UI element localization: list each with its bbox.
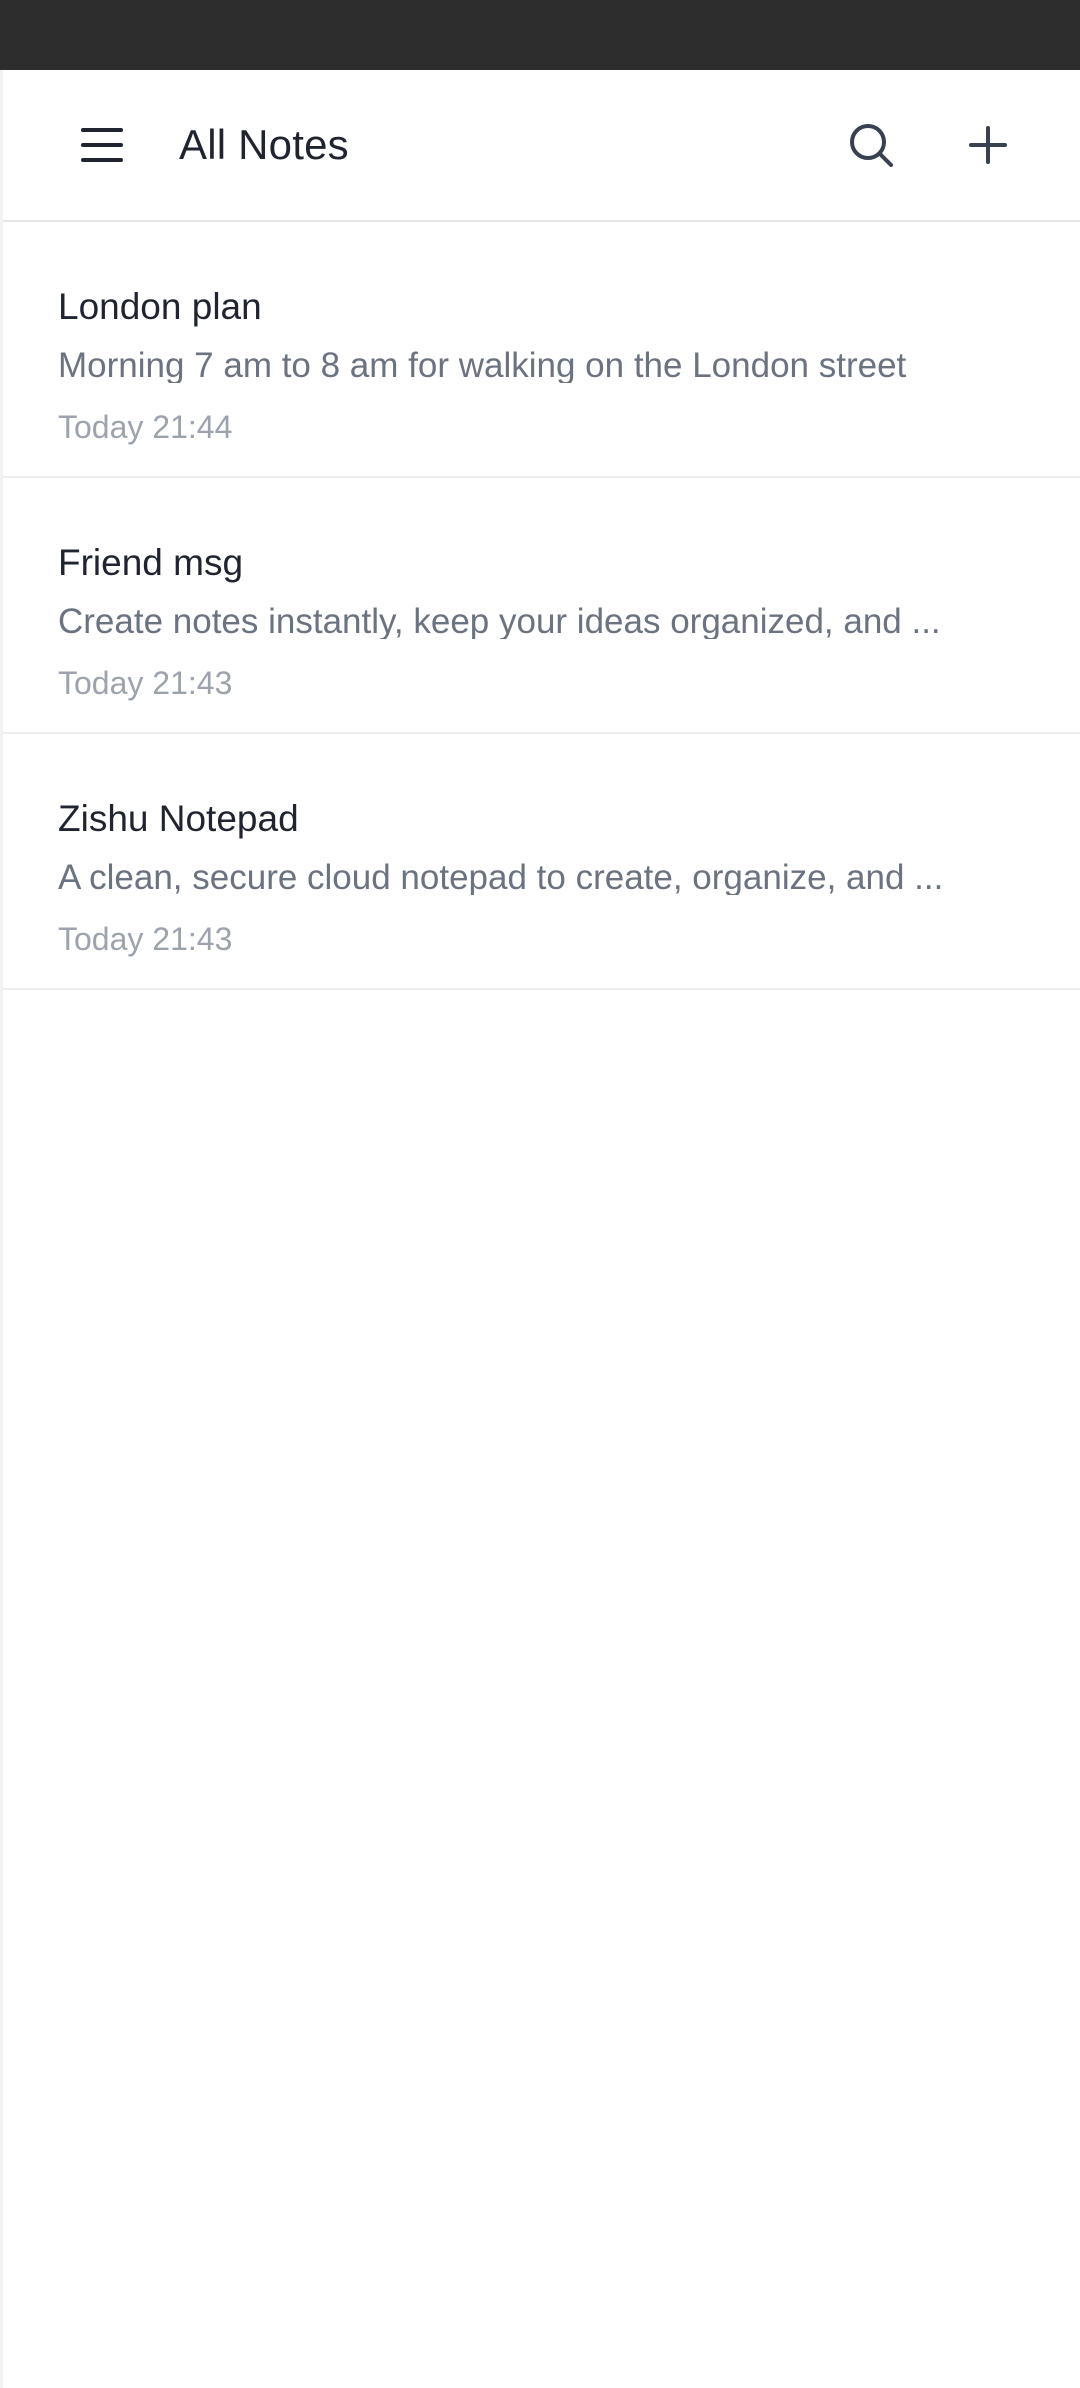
top-app-bar: All Notes — [3, 70, 1080, 222]
menu-button[interactable] — [77, 120, 127, 170]
note-timestamp: Today 21:43 — [58, 665, 233, 701]
note-title: Zishu Notepad — [58, 798, 299, 839]
note-timestamp: Today 21:44 — [58, 409, 233, 445]
hamburger-menu-icon — [81, 128, 123, 162]
note-title: Friend msg — [58, 542, 244, 583]
note-preview: Create notes instantly, keep your ideas … — [58, 604, 941, 639]
note-item[interactable]: Zishu Notepad A clean, secure cloud note… — [3, 734, 1080, 990]
plus-icon — [969, 126, 1007, 164]
page-title: All Notes — [179, 121, 349, 168]
note-timestamp: Today 21:43 — [58, 921, 233, 957]
note-title: London plan — [58, 286, 262, 327]
note-item[interactable]: London plan Morning 7 am to 8 am for wal… — [3, 222, 1080, 478]
search-button[interactable] — [841, 115, 901, 175]
add-note-button[interactable] — [958, 115, 1018, 175]
note-item[interactable]: Friend msg Create notes instantly, keep … — [3, 478, 1080, 734]
search-icon — [850, 124, 893, 167]
notes-list: London plan Morning 7 am to 8 am for wal… — [3, 222, 1080, 990]
status-bar — [0, 0, 1080, 70]
app-screen: All Notes London plan Morning 7 am to 8 … — [0, 70, 1080, 2388]
note-preview: A clean, secure cloud notepad to create,… — [58, 860, 944, 895]
note-preview: Morning 7 am to 8 am for walking on the … — [58, 348, 907, 383]
